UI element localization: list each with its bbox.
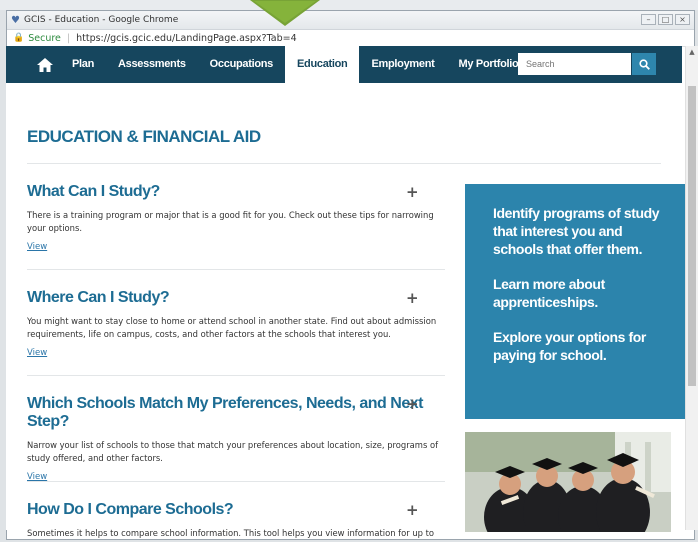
maximize-button[interactable]: □ xyxy=(658,14,673,25)
page-content: EDUCATION & FINANCIAL AID What Can I Stu… xyxy=(6,83,690,538)
section-title[interactable]: What Can I Study? xyxy=(27,183,445,201)
main-nav: Plan Assessments Occupations Education E… xyxy=(6,46,682,83)
url-text[interactable]: https://gcis.gcic.edu/LandingPage.aspx?T… xyxy=(76,33,297,44)
tab-title: GCIS - Education - Google Chrome xyxy=(23,15,179,25)
expand-icon[interactable]: + xyxy=(406,395,419,413)
close-button[interactable]: × xyxy=(675,14,690,25)
section-divider xyxy=(27,269,445,270)
section-title[interactable]: How Do I Compare Schools? xyxy=(27,501,445,519)
nav-occupations[interactable]: Occupations xyxy=(198,46,285,83)
section-title[interactable]: Where Can I Study? xyxy=(27,289,445,307)
promo-text: Explore your options for paying for scho… xyxy=(493,329,646,363)
section-body: Sometimes it helps to compare school inf… xyxy=(27,528,435,538)
section-divider xyxy=(27,375,445,376)
title-divider xyxy=(27,163,661,164)
section-body: Narrow your list of schools to those tha… xyxy=(27,440,439,463)
section-title[interactable]: Which Schools Match My Preferences, Need… xyxy=(27,395,445,431)
home-button[interactable] xyxy=(30,57,60,72)
view-link[interactable]: View xyxy=(27,242,445,252)
section-which-schools-match: Which Schools Match My Preferences, Need… xyxy=(27,395,445,482)
address-separator: | xyxy=(66,32,71,44)
nav-education[interactable]: Education xyxy=(285,46,360,83)
section-where-can-i-study: Where Can I Study? You might want to sta… xyxy=(27,289,445,358)
expand-icon[interactable]: + xyxy=(406,501,419,519)
page-title: EDUCATION & FINANCIAL AID xyxy=(27,127,261,146)
pointer-arrow-icon xyxy=(250,0,320,26)
nav-employment[interactable]: Employment xyxy=(359,46,446,83)
expand-icon[interactable]: + xyxy=(406,183,419,201)
browser-titlebar: ♥ GCIS - Education - Google Chrome – □ × xyxy=(7,11,694,30)
section-body: You might want to stay close to home or … xyxy=(27,316,437,339)
gcis-logo-icon: ♥ xyxy=(11,14,20,26)
nav-plan[interactable]: Plan xyxy=(60,46,106,83)
window-controls: – □ × xyxy=(641,14,690,25)
promo-panel: Identify programs of study that interest… xyxy=(465,184,690,419)
section-body: There is a training program or major tha… xyxy=(27,210,434,233)
graduates-photo xyxy=(465,432,671,532)
nav-assessments[interactable]: Assessments xyxy=(106,46,198,83)
expand-icon[interactable]: + xyxy=(406,289,419,307)
top-background xyxy=(0,0,698,10)
view-link[interactable]: View xyxy=(27,348,445,358)
section-what-can-i-study: What Can I Study? There is a training pr… xyxy=(27,183,445,252)
lock-icon: 🔒 xyxy=(13,33,25,43)
search-button[interactable] xyxy=(632,53,656,75)
page-scrollbar[interactable]: ▲ xyxy=(685,46,698,530)
search-icon xyxy=(638,58,650,70)
search-input[interactable] xyxy=(518,53,631,75)
scroll-thumb[interactable] xyxy=(688,86,696,386)
minimize-button[interactable]: – xyxy=(641,14,656,25)
section-divider xyxy=(27,481,445,482)
home-icon xyxy=(37,57,53,72)
address-bar[interactable]: 🔒 Secure | https://gcis.gcic.edu/Landing… xyxy=(7,30,694,47)
scroll-up-icon[interactable]: ▲ xyxy=(686,46,698,58)
promo-text: Identify programs of study that interest… xyxy=(493,205,660,257)
promo-text: Learn more about apprenticeships. xyxy=(493,276,605,310)
secure-label: Secure xyxy=(28,32,61,44)
section-how-do-i-compare: How Do I Compare Schools? Sometimes it h… xyxy=(27,501,445,540)
